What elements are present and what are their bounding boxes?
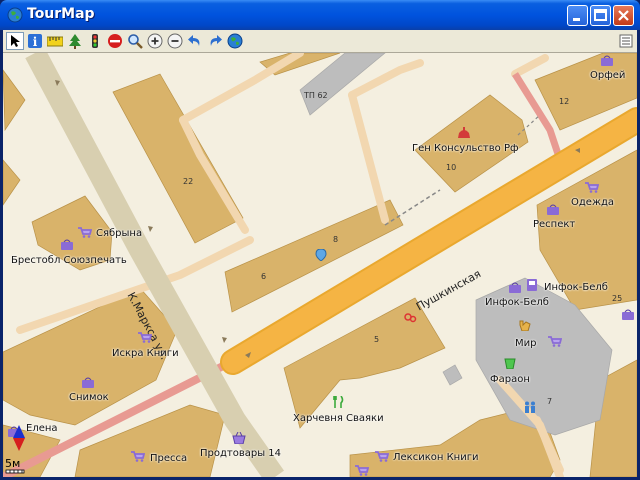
building-number: 6 — [261, 272, 267, 281]
globe-icon[interactable] — [227, 33, 243, 49]
scale-label: 5м — [5, 457, 21, 470]
place-label-infok-1[interactable]: Инфок-Белб — [544, 282, 608, 293]
cart-icon[interactable] — [548, 335, 562, 347]
building-number: 10 — [446, 163, 457, 172]
place-label-odezhda[interactable]: Одежда — [571, 197, 614, 208]
cart-icon[interactable] — [375, 450, 389, 462]
place-label-elena[interactable]: Елена — [26, 423, 58, 434]
app-window: TourMap i ТП 62 12 22 10 8 6 25 5 7 К.Ма… — [0, 0, 640, 480]
place-label-consulate[interactable]: Ген Консульство Рф — [412, 143, 519, 154]
zoom-search-icon[interactable] — [127, 33, 143, 49]
place-label-brestobl[interactable]: Брестобл Союзпечать — [11, 255, 127, 266]
pin-icon — [315, 249, 327, 261]
minimize-button[interactable] — [567, 5, 588, 26]
list-view-icon[interactable] — [618, 33, 634, 49]
info-icon[interactable]: i — [27, 33, 43, 49]
title-bar[interactable]: TourMap — [0, 0, 640, 30]
undo-icon[interactable] — [187, 33, 203, 49]
place-label-snimok[interactable]: Снимок — [69, 392, 109, 403]
zoom-out-icon[interactable] — [167, 33, 183, 49]
svg-text:i: i — [33, 35, 38, 49]
restaurant-icon[interactable] — [331, 396, 345, 408]
building-number: 8 — [333, 235, 339, 244]
consulate-icon[interactable] — [457, 127, 471, 139]
traffic-light-icon[interactable] — [87, 33, 103, 49]
zoom-in-icon[interactable] — [147, 33, 163, 49]
building-number: 25 — [612, 294, 623, 303]
building-number: 12 — [559, 97, 570, 106]
no-entry-icon[interactable] — [107, 33, 123, 49]
shop-bag-icon[interactable] — [60, 238, 74, 250]
place-label-iskra[interactable]: Искра Книги — [112, 348, 179, 359]
close-icon — [618, 10, 629, 21]
redo-icon[interactable] — [207, 33, 223, 49]
place-label-pressa[interactable]: Пресса — [150, 453, 187, 464]
building-number: 5 — [374, 335, 380, 344]
cart-icon[interactable] — [585, 181, 599, 193]
place-label-kharchevnya[interactable]: Харчевня Сваяки — [293, 413, 384, 424]
select-tool-button[interactable] — [6, 32, 24, 50]
minimize-icon — [573, 18, 580, 21]
shop-bag-icon[interactable] — [81, 376, 95, 388]
place-label-leksikon[interactable]: Лексикон Книги — [393, 452, 478, 463]
close-button[interactable] — [613, 5, 634, 26]
place-label-mir[interactable]: Мир — [515, 338, 536, 349]
cart-icon[interactable] — [131, 450, 145, 462]
cart-icon[interactable] — [355, 464, 369, 476]
building-number: 7 — [547, 397, 553, 406]
globe-app-icon — [7, 7, 23, 23]
select-arrow-icon — [11, 35, 20, 47]
place-label-prodtovary[interactable]: Продтовары 14 — [200, 448, 281, 459]
drink-icon[interactable] — [503, 357, 517, 369]
maximize-button[interactable] — [590, 5, 611, 26]
place-label-faraon[interactable]: Фараон — [490, 374, 530, 385]
ruler-icon[interactable] — [47, 33, 63, 49]
shop-bag-icon[interactable] — [621, 308, 635, 320]
people-icon — [525, 401, 535, 413]
shop-bag-icon[interactable] — [600, 54, 614, 66]
maximize-icon — [594, 9, 607, 21]
place-label-respekt[interactable]: Респект — [533, 219, 575, 230]
window-title: TourMap — [27, 6, 95, 22]
basket-icon[interactable] — [232, 432, 246, 444]
place-label-infok-2[interactable]: Инфок-Белб — [485, 297, 549, 308]
building-number: ТП 62 — [304, 91, 328, 100]
place-label-syabryna[interactable]: Сябрына — [96, 228, 142, 239]
shop-bag-icon[interactable] — [508, 281, 522, 293]
hand-icon[interactable] — [518, 319, 532, 331]
compass-icon — [13, 425, 25, 451]
tree-icon[interactable] — [67, 33, 83, 49]
cart-icon[interactable] — [78, 226, 92, 238]
atm-icon[interactable] — [525, 279, 539, 291]
map-canvas[interactable]: ТП 62 12 22 10 8 6 25 5 7 К.Маркса ул. П… — [3, 53, 637, 477]
toolbar: i — [3, 30, 637, 53]
shop-bag-icon[interactable] — [546, 203, 560, 215]
building-number: 22 — [183, 177, 194, 186]
place-label-orfey[interactable]: Орфей — [590, 70, 625, 81]
hairdresser-icon — [404, 313, 417, 323]
cart-icon[interactable] — [138, 331, 152, 343]
